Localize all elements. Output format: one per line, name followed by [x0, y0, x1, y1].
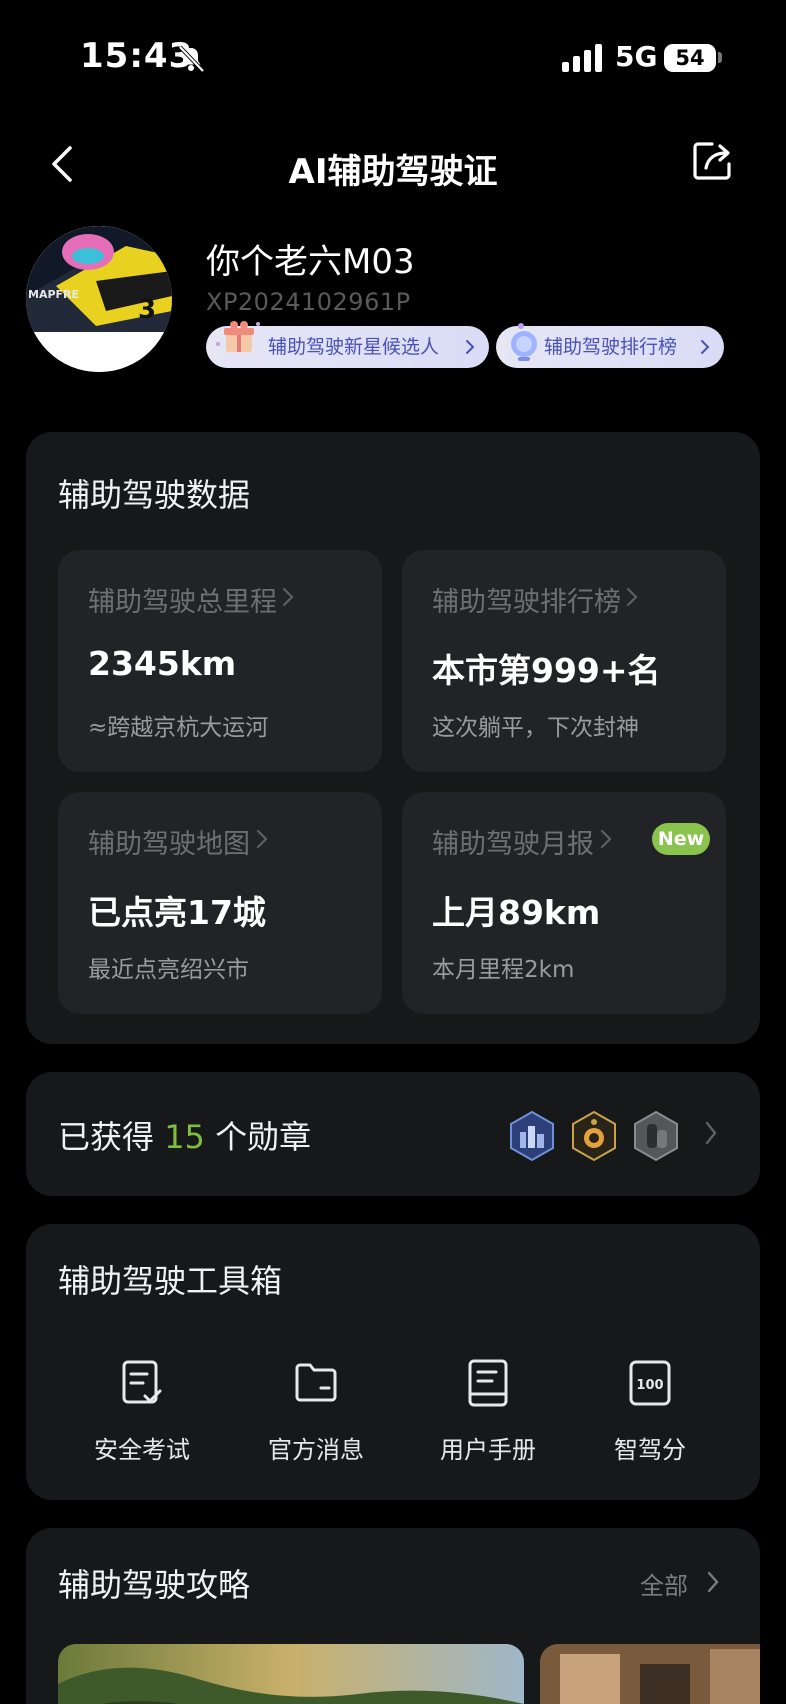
nav-bar: AI辅助驾驶证	[0, 126, 786, 206]
tool-label: 官方消息	[268, 1436, 364, 1464]
tile-value: 2345km	[88, 644, 237, 683]
tag-leaderboard[interactable]: 辅助驾驶排行榜	[496, 323, 724, 368]
tool-user-manual[interactable]: 用户手册	[418, 1358, 558, 1465]
user-id: XP2024102961P	[206, 288, 411, 316]
share-icon[interactable]	[690, 138, 736, 184]
page-title: AI辅助驾驶证	[288, 152, 498, 192]
chevron-right-icon	[701, 340, 710, 354]
medals-count: 15	[164, 1118, 205, 1156]
view-all-link[interactable]: 全部	[640, 1566, 688, 1601]
chevron-right-icon[interactable]	[706, 1570, 720, 1594]
tool-label: 安全考试	[94, 1436, 190, 1464]
gold-medal-icon	[572, 1110, 616, 1162]
score-100-icon: 100	[629, 1360, 671, 1406]
tile-label: 辅助驾驶月报	[432, 829, 594, 860]
user-name: 你个老六M03	[206, 242, 415, 282]
book-icon	[468, 1359, 508, 1407]
tile-subtext: ≈跨越京杭大运河	[88, 715, 269, 741]
avatar-image: 3 MAPFRE	[26, 226, 172, 372]
battery-icon: 54	[664, 44, 716, 72]
chevron-right-icon	[705, 1121, 717, 1145]
tile-value: 本市第999+名	[432, 651, 661, 690]
section-title: 辅助驾驶攻略	[58, 1566, 251, 1604]
trophy-icon	[511, 323, 537, 361]
exam-icon	[122, 1360, 162, 1404]
chevron-right-icon	[256, 829, 268, 849]
gift-icon	[216, 321, 260, 352]
guide-thumbnail[interactable]	[540, 1644, 760, 1704]
tile-map[interactable]: 辅助驾驶地图 已点亮17城 最近点亮绍兴市	[58, 792, 382, 1014]
tile-subtext: 最近点亮绍兴市	[88, 957, 249, 983]
status-bar: 15:43 5G 54	[0, 0, 786, 110]
tool-official-news[interactable]: 官方消息	[246, 1358, 386, 1465]
tag-rising-star[interactable]: 辅助驾驶新星候选人	[206, 321, 489, 368]
chevron-right-icon	[600, 829, 612, 849]
tile-value: 已点亮17城	[88, 893, 266, 932]
section-title: 辅助驾驶工具箱	[58, 1262, 283, 1300]
bell-slash-icon	[178, 45, 205, 73]
tile-monthly-report[interactable]: 辅助驾驶月报 New 上月89km 本月里程2km	[402, 792, 726, 1014]
tile-label: 辅助驾驶总里程	[88, 587, 277, 618]
chevron-right-icon	[466, 340, 475, 354]
tag-label: 辅助驾驶排行榜	[544, 336, 678, 358]
tool-smart-score[interactable]: 100 智驾分	[580, 1358, 720, 1465]
tool-safety-exam[interactable]: 安全考试	[72, 1358, 212, 1465]
toolbox-card: 辅助驾驶工具箱 安全考试 官方消息 用户手册 100 智驾分	[26, 1224, 760, 1500]
network-type: 5G	[615, 40, 658, 73]
section-title: 辅助驾驶数据	[58, 476, 251, 514]
tile-ranking[interactable]: 辅助驾驶排行榜 本市第999+名 这次躺平，下次封神	[402, 550, 726, 772]
chevron-right-icon	[626, 587, 638, 607]
guide-thumbnail[interactable]	[58, 1644, 524, 1704]
avatar[interactable]: 3 MAPFRE	[26, 226, 172, 372]
tile-label: 辅助驾驶地图	[88, 829, 250, 860]
tool-label: 用户手册	[440, 1436, 536, 1464]
tool-label: 智驾分	[614, 1436, 686, 1464]
interior-image	[540, 1644, 760, 1704]
svg-text:MAPFRE: MAPFRE	[28, 288, 79, 301]
tile-value: 上月89km	[432, 893, 601, 932]
tile-total-mileage[interactable]: 辅助驾驶总里程 2345km ≈跨越京杭大运河	[58, 550, 382, 772]
medals-prefix: 已获得	[58, 1118, 155, 1156]
medals-suffix: 个勋章	[215, 1118, 312, 1156]
folder-icon	[295, 1363, 337, 1402]
tile-label: 辅助驾驶排行榜	[432, 587, 621, 618]
battery-tip	[718, 52, 722, 63]
city-medal-icon	[510, 1110, 554, 1162]
tag-label: 辅助驾驶新星候选人	[268, 336, 440, 358]
medals-summary: 已获得 15 个勋章	[58, 1112, 311, 1158]
driving-data-card: 辅助驾驶数据 辅助驾驶总里程 2345km ≈跨越京杭大运河 辅助驾驶排行榜 本…	[26, 432, 760, 1044]
score-icon-text: 100	[636, 1378, 663, 1393]
tile-subtext: 本月里程2km	[432, 957, 575, 983]
guide-card: 辅助驾驶攻略 全部	[26, 1528, 760, 1704]
signal-icon	[562, 44, 602, 72]
chevron-right-icon	[282, 587, 294, 607]
svg-text:3: 3	[138, 295, 156, 325]
landscape-image	[58, 1644, 524, 1704]
silver-medal-icon	[634, 1110, 678, 1162]
medals-card[interactable]: 已获得 15 个勋章	[26, 1072, 760, 1196]
tile-subtext: 这次躺平，下次封神	[432, 715, 639, 741]
new-badge: New	[652, 823, 710, 855]
